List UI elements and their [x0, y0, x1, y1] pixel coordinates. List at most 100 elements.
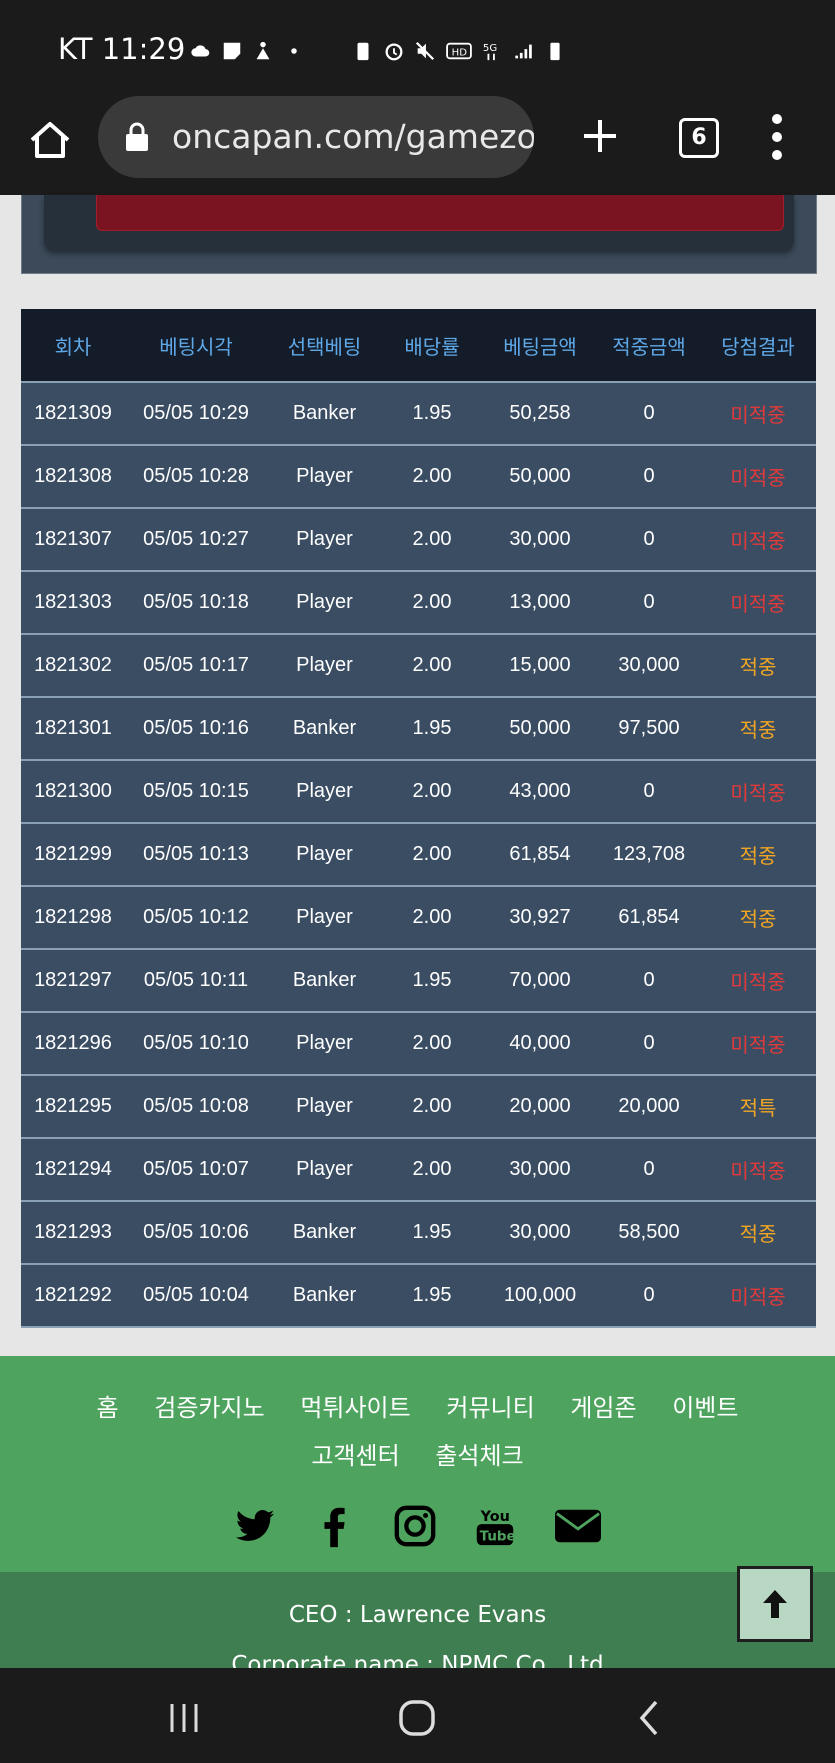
- cell-win-amount: 97,500: [598, 697, 700, 761]
- table-row: 1821309 05/05 10:29 Banker 1.95 50,258 0 미적중: [21, 382, 816, 446]
- table-row: 1821293 05/05 10:06 Banker 1.95 30,000 58,500…: [21, 1201, 816, 1265]
- cell-selection: Banker: [267, 1264, 382, 1328]
- youtube-icon[interactable]: You Tube: [472, 1503, 518, 1549]
- cell-bet-amount: 30,000: [482, 1138, 598, 1202]
- cell-result: 미적중: [700, 382, 816, 446]
- mute-icon: [415, 41, 435, 61]
- footer-link-support[interactable]: 고객센터: [311, 1432, 399, 1480]
- cell-result: 적중: [700, 823, 816, 887]
- cell-round: 1821298: [21, 886, 125, 950]
- cell-odds: 2.00: [382, 571, 482, 635]
- cell-selection: Player: [267, 823, 382, 887]
- cell-odds: 2.00: [382, 508, 482, 572]
- cell-win-amount: 0: [598, 1138, 700, 1202]
- footer-link-gamezone[interactable]: 게임존: [570, 1384, 636, 1432]
- cell-selection: Player: [267, 1012, 382, 1076]
- facebook-icon[interactable]: [312, 1503, 358, 1549]
- tab-switcher-button[interactable]: 6: [679, 118, 719, 158]
- footer-link-scam-sites[interactable]: 먹튀사이트: [300, 1384, 410, 1432]
- status-bar: KT 11:29 HD 5G: [0, 0, 835, 94]
- table-row: 1821294 05/05 10:07 Player 2.00 30,000 0 미적중: [21, 1138, 816, 1202]
- cell-bet-time: 05/05 10:17: [125, 634, 267, 698]
- instagram-icon[interactable]: [392, 1503, 438, 1549]
- cell-result: 적중: [700, 1201, 816, 1265]
- cell-win-amount: 61,854: [598, 886, 700, 950]
- cell-selection: Player: [267, 1075, 382, 1139]
- cell-win-amount: 0: [598, 1012, 700, 1076]
- mail-icon[interactable]: [552, 1503, 604, 1549]
- cell-bet-amount: 50,000: [482, 697, 598, 761]
- cell-round: 1821294: [21, 1138, 125, 1202]
- corporate-name-text: Corporate name : NPMC Co., Ltd: [231, 1652, 604, 1668]
- footer-link-verified-casino[interactable]: 검증카지노: [154, 1384, 264, 1432]
- cell-result: 미적중: [700, 571, 816, 635]
- cell-round: 1821308: [21, 445, 125, 509]
- footer-link-home[interactable]: 홈: [97, 1384, 119, 1432]
- footer-link-community[interactable]: 커뮤니티: [446, 1384, 534, 1432]
- cell-bet-time: 05/05 10:11: [125, 949, 267, 1013]
- figure-icon: [256, 41, 270, 60]
- table-row: 1821302 05/05 10:17 Player 2.00 15,000 30,000…: [21, 634, 816, 698]
- alarm-icon: [385, 43, 403, 61]
- home-icon[interactable]: [26, 116, 74, 164]
- note-icon: [223, 42, 241, 60]
- cell-selection: Player: [267, 1138, 382, 1202]
- table-row: 1821296 05/05 10:10 Player 2.00 40,000 0 미적중: [21, 1012, 816, 1076]
- cell-selection: Player: [267, 886, 382, 950]
- header-selection: 선택베팅: [267, 309, 382, 383]
- cell-selection: Player: [267, 508, 382, 572]
- cell-round: 1821292: [21, 1264, 125, 1328]
- cell-bet-amount: 30,927: [482, 886, 598, 950]
- 5g-icon: 5G: [483, 43, 497, 61]
- cell-bet-time: 05/05 10:04: [125, 1264, 267, 1328]
- footer-link-events[interactable]: 이벤트: [672, 1384, 738, 1432]
- twitter-icon[interactable]: [232, 1503, 278, 1549]
- cell-odds: 1.95: [382, 382, 482, 446]
- cell-round: 1821300: [21, 760, 125, 824]
- home-nav-icon[interactable]: [397, 1698, 437, 1738]
- table-row: 1821301 05/05 10:16 Banker 1.95 50,000 97,500…: [21, 697, 816, 761]
- cell-bet-amount: 50,258: [482, 382, 598, 446]
- cell-bet-amount: 50,000: [482, 445, 598, 509]
- cell-win-amount: 0: [598, 508, 700, 572]
- back-icon[interactable]: [630, 1698, 670, 1738]
- cell-odds: 2.00: [382, 1138, 482, 1202]
- table-row: 1821308 05/05 10:28 Player 2.00 50,000 0 미적중: [21, 445, 816, 509]
- header-bet-amount: 베팅금액: [482, 309, 598, 383]
- table-row: 1821297 05/05 10:11 Banker 1.95 70,000 0 미적중: [21, 949, 816, 1013]
- svg-text:Tube: Tube: [479, 1529, 515, 1544]
- cell-bet-time: 05/05 10:07: [125, 1138, 267, 1202]
- status-left-icons: [190, 36, 305, 66]
- footer-nav: 홈 검증카지노 먹튀사이트 커뮤니티 게임존 이벤트 고객센터 출석체크: [0, 1384, 835, 1480]
- cell-result: 미적중: [700, 508, 816, 572]
- cell-round: 1821307: [21, 508, 125, 572]
- svg-text:HD: HD: [452, 48, 468, 59]
- url-text: oncapan.com/gamezone: [172, 117, 534, 156]
- recent-apps-icon[interactable]: [164, 1698, 204, 1738]
- cell-selection: Player: [267, 634, 382, 698]
- new-tab-icon[interactable]: [578, 114, 622, 158]
- cell-result: 적중: [700, 697, 816, 761]
- signal-icon: [515, 44, 532, 59]
- cell-odds: 1.95: [382, 949, 482, 1013]
- header-round: 회차: [21, 309, 125, 383]
- cell-round: 1821295: [21, 1075, 125, 1139]
- cell-round: 1821309: [21, 382, 125, 446]
- cell-selection: Player: [267, 571, 382, 635]
- cell-round: 1821293: [21, 1201, 125, 1265]
- cell-odds: 2.00: [382, 823, 482, 887]
- cell-bet-time: 05/05 10:06: [125, 1201, 267, 1265]
- hd-icon: HD: [446, 42, 472, 60]
- footer-link-attendance[interactable]: 출석체크: [435, 1432, 523, 1480]
- cell-selection: Player: [267, 445, 382, 509]
- cell-bet-amount: 61,854: [482, 823, 598, 887]
- cell-result: 미적중: [700, 1264, 816, 1328]
- cell-win-amount: 0: [598, 760, 700, 824]
- scroll-to-top-button[interactable]: [737, 1566, 813, 1642]
- address-bar[interactable]: oncapan.com/gamezone: [98, 96, 534, 178]
- browser-toolbar: oncapan.com/gamezone 6: [0, 94, 835, 195]
- cell-bet-amount: 13,000: [482, 571, 598, 635]
- cell-bet-time: 05/05 10:16: [125, 697, 267, 761]
- more-options-icon[interactable]: [770, 112, 784, 162]
- bet-submit-button[interactable]: [96, 195, 784, 231]
